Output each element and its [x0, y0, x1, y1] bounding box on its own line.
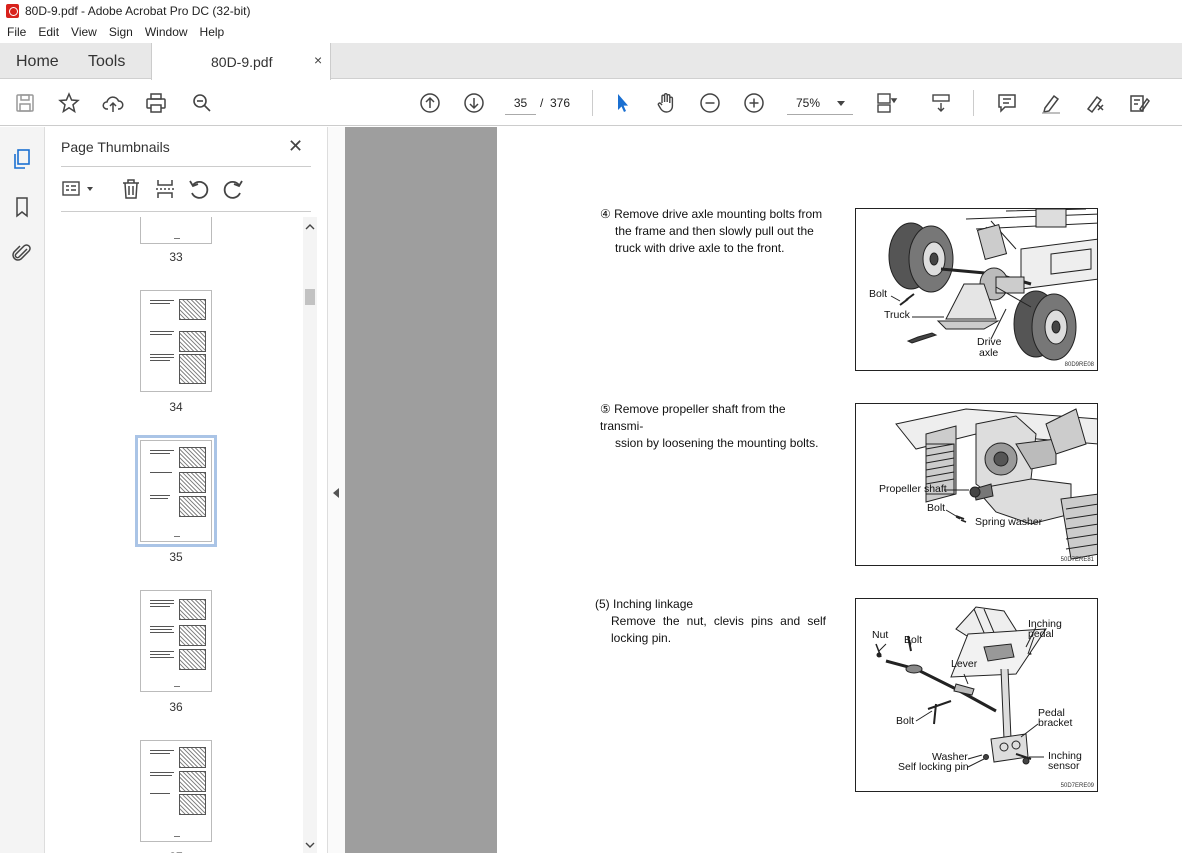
bookmark-star-icon[interactable]	[56, 90, 82, 116]
page-thumbnail[interactable]	[140, 740, 212, 842]
page-count: 376	[550, 96, 571, 110]
zoom-out-icon[interactable]	[697, 90, 723, 116]
tab-document-label: 80D-9.pdf	[211, 54, 273, 70]
callout-inching-pedal-2: pedal	[1028, 628, 1054, 640]
thumbnail-page-number: 34	[169, 400, 183, 414]
rotate-counterclockwise-icon[interactable]	[187, 177, 211, 201]
callout-self-locking-pin: Self locking pin	[898, 761, 969, 773]
delete-pages-icon[interactable]	[119, 177, 143, 201]
callout-bolt: Bolt	[869, 288, 888, 300]
page-thumbnails-panel: Page Thumbnails ✕ 33 34 35 36	[45, 127, 327, 853]
tab-bar: Home Tools 80D-9.pdf ×	[0, 43, 1182, 80]
thumbnail-page-number: 35	[169, 550, 183, 564]
acrobat-pdf-icon	[6, 4, 19, 18]
page-thumbnail[interactable]	[140, 590, 212, 692]
callout-axle: axle	[979, 347, 999, 359]
figure-code: 50D7ERE09	[1060, 783, 1094, 789]
callout-pedal-bracket-2: bracket	[1038, 717, 1073, 729]
scroll-up-icon[interactable]	[305, 223, 315, 231]
menu-help[interactable]: Help	[193, 25, 230, 39]
insert-pages-icon[interactable]	[153, 177, 177, 201]
rotate-clockwise-icon[interactable]	[221, 177, 245, 201]
menu-sign[interactable]: Sign	[102, 25, 138, 39]
panel-title: Page Thumbnails	[61, 139, 170, 155]
thumbnail-options-menu-icon[interactable]	[61, 177, 97, 201]
zoom-level-value: 75%	[796, 96, 821, 110]
callout-nut: Nut	[872, 629, 889, 641]
bookmarks-icon[interactable]	[10, 195, 34, 219]
collapse-arrow-icon	[333, 488, 339, 498]
panel-collapse-handle[interactable]	[327, 127, 345, 853]
tab-home[interactable]: Home	[16, 53, 59, 71]
figure-propeller-shaft: Propeller shaft Bolt Spring washer 50D7E…	[855, 403, 1098, 566]
page-fit-icon[interactable]	[874, 90, 900, 116]
thumbnail-page-number: 36	[169, 700, 183, 714]
zoom-search-icon[interactable]	[189, 90, 215, 116]
tab-close-icon[interactable]: ×	[314, 52, 322, 68]
inching-linkage-text: (5) Inching linkage Remove the nut, clev…	[595, 597, 826, 645]
zoom-level-select[interactable]: 75%	[787, 92, 853, 115]
thumbnail-page-number: 33	[169, 250, 183, 264]
callout-bolt: Bolt	[927, 502, 946, 514]
figure-code: 50D7ERE81	[1060, 557, 1094, 563]
step-5-text: ⑤ Remove propeller shaft from the transm…	[600, 402, 819, 450]
toolbar-divider	[592, 90, 593, 116]
scroll-down-icon[interactable]	[305, 841, 315, 849]
highlight-pen-icon[interactable]	[1038, 90, 1064, 116]
callout-spring-washer: Spring washer	[975, 516, 1043, 528]
figure-code: 80D9RE08	[1064, 362, 1094, 368]
panel-close-icon[interactable]: ✕	[288, 136, 303, 157]
tab-document[interactable]: 80D-9.pdf ×	[151, 43, 331, 80]
hand-tool-icon[interactable]	[653, 90, 679, 116]
thumbnail-scrollbar[interactable]	[303, 217, 317, 853]
toolbar-divider	[973, 90, 974, 116]
menu-window[interactable]: Window	[138, 25, 193, 39]
previous-page-icon[interactable]	[417, 90, 443, 116]
page-thumbnail[interactable]	[140, 290, 212, 392]
upload-cloud-icon[interactable]	[100, 90, 126, 116]
callout-inching-sensor-2: sensor	[1048, 760, 1080, 772]
comment-icon[interactable]	[994, 90, 1020, 116]
callout-propeller-shaft: Propeller shaft	[879, 483, 947, 495]
scrollbar-thumb[interactable]	[305, 289, 315, 305]
callout-truck: Truck	[884, 309, 910, 321]
save-icon[interactable]	[12, 90, 38, 116]
page-thumbnail[interactable]	[140, 217, 212, 244]
zoom-in-icon[interactable]	[741, 90, 767, 116]
callout-lever: Lever	[951, 658, 978, 670]
scrolling-mode-icon[interactable]	[928, 90, 954, 116]
tab-tools[interactable]: Tools	[88, 53, 125, 71]
menu-edit[interactable]: Edit	[31, 25, 64, 39]
callout-bolt-lower: Bolt	[896, 715, 915, 727]
page-thumbnails-icon[interactable]	[10, 147, 34, 171]
window-title: 80D-9.pdf - Adobe Acrobat Pro DC (32-bit…	[25, 4, 251, 18]
step-4-text: ④ Remove drive axle mounting bolts from …	[600, 207, 823, 255]
select-cursor-icon[interactable]	[609, 90, 635, 116]
chevron-down-icon	[837, 101, 845, 106]
figure-drive-axle: Bolt Truck Drive axle 80D9RE08	[855, 208, 1098, 371]
print-icon[interactable]	[143, 90, 169, 116]
next-page-icon[interactable]	[461, 90, 487, 116]
pdf-page: ④ Remove drive axle mounting bolts from …	[497, 127, 1182, 853]
fill-sign-icon[interactable]	[1126, 90, 1152, 116]
draw-signature-icon[interactable]	[1082, 90, 1108, 116]
figure-inching-linkage: Nut Bolt Inching pedal Lever Bolt Pedal …	[855, 598, 1098, 792]
page-number-input[interactable]: 35	[505, 92, 536, 115]
menu-file[interactable]: File	[0, 25, 31, 39]
attachments-paperclip-icon[interactable]	[10, 241, 34, 265]
panel-divider	[61, 211, 311, 212]
main-toolbar: 35 / 376 75%	[0, 80, 1182, 126]
thumbnail-list: 33 34 35 36	[45, 217, 303, 853]
menu-bar: File Edit View Sign Window Help	[0, 22, 1182, 42]
page-separator: /	[540, 96, 544, 110]
title-bar: 80D-9.pdf - Adobe Acrobat Pro DC (32-bit…	[0, 0, 1182, 22]
panel-divider	[61, 166, 311, 167]
menu-view[interactable]: View	[64, 25, 102, 39]
document-viewer[interactable]: ④ Remove drive axle mounting bolts from …	[345, 127, 1182, 853]
page-thumbnail-selected[interactable]	[135, 435, 217, 547]
section-heading: (5) Inching linkage	[595, 597, 694, 611]
callout-bolt-top: Bolt	[904, 634, 923, 646]
navigation-rail	[0, 127, 45, 853]
